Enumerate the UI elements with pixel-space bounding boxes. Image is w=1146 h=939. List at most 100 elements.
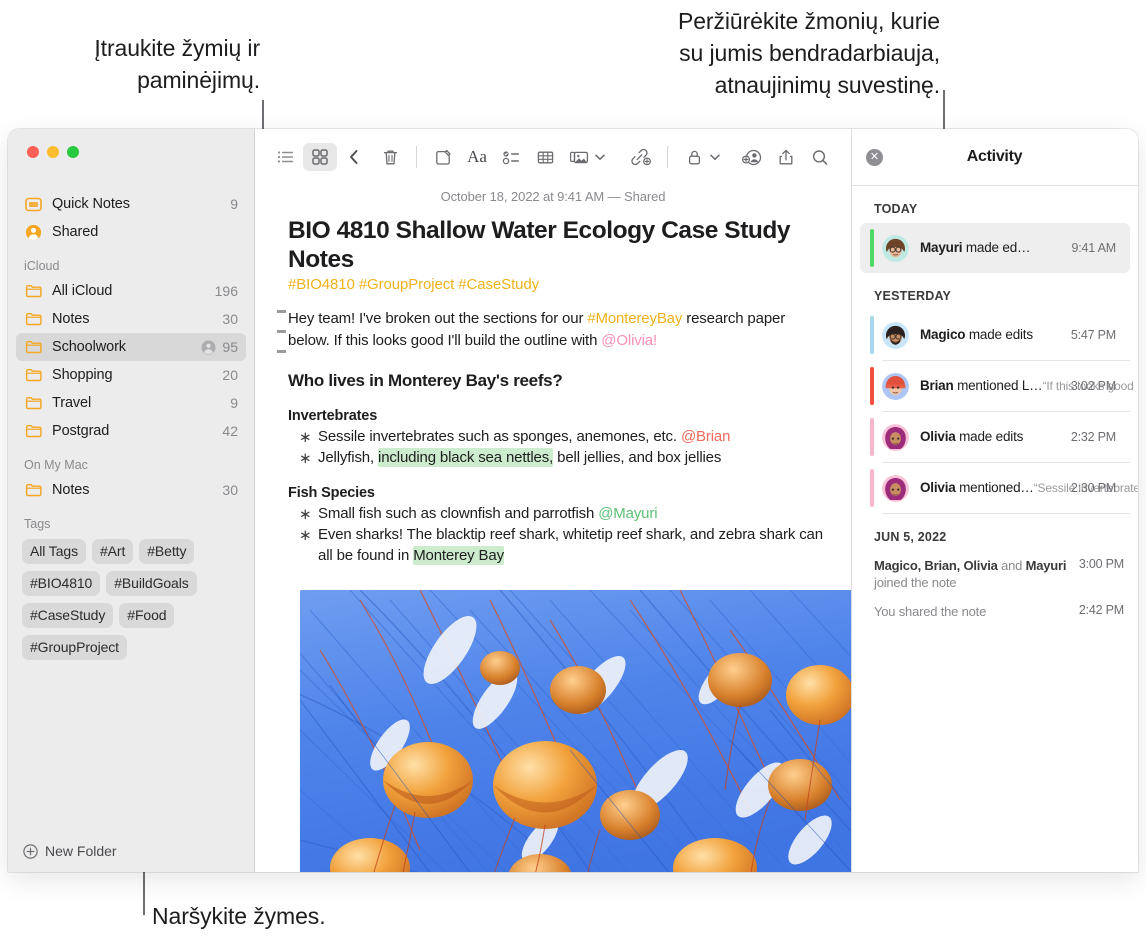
bullet-text-a: Jellyfish,: [318, 449, 379, 466]
activity-text: Olivia made edits: [920, 428, 1063, 446]
activity-row[interactable]: Brian mentioned L…“If this looks good I'…: [860, 361, 1138, 411]
change-bars: [277, 310, 286, 353]
bullet-asterisk: ∗: [299, 429, 312, 446]
activity-color-stripe: [870, 316, 874, 354]
mention-brian[interactable]: @Brian: [681, 428, 731, 445]
avatar: [882, 234, 909, 262]
link-icon[interactable]: [624, 143, 658, 171]
checklist-icon[interactable]: [494, 143, 528, 171]
close-window-button[interactable]: [27, 146, 39, 158]
search-icon[interactable]: [803, 143, 837, 171]
table-icon[interactable]: [528, 143, 562, 171]
note-title[interactable]: BIO 4810 Shallow Water Ecology Case Stud…: [277, 216, 829, 274]
activity-row[interactable]: Magico made edits 5:47 PM: [860, 310, 1130, 360]
lock-icon[interactable]: [677, 143, 711, 171]
activity-main-line: Olivia made edits: [920, 429, 1024, 444]
sidebar-item-travel[interactable]: Travel 9: [16, 389, 246, 417]
sidebar-label: Quick Notes: [52, 196, 130, 212]
note-body[interactable]: Hey team! I've broken out the sections f…: [277, 308, 851, 872]
sidebar-item-schoolwork[interactable]: Schoolwork 95: [16, 333, 246, 361]
activity-time: 2:42 PM: [1078, 603, 1124, 617]
sidebar-label: All iCloud: [52, 283, 113, 299]
activity-list[interactable]: TODAY Mayuri made ed… 9:41 AM YESTERDAY Magi…: [852, 186, 1138, 872]
sidebar-scroll-area[interactable]: Quick Notes 9 Shared iCloud All iCloud 1…: [8, 176, 254, 830]
maximize-window-button[interactable]: [67, 146, 79, 158]
add-people-icon[interactable]: [735, 143, 769, 171]
tag-chip[interactable]: #CaseStudy: [22, 603, 114, 628]
list-item[interactable]: ∗ Sessile invertebrates such as sponges, …: [288, 426, 829, 447]
sidebar-item-notes[interactable]: Notes 30: [16, 305, 246, 333]
activity-time: 5:47 PM: [1070, 328, 1116, 342]
tags-section-title: Tags: [24, 517, 51, 531]
bullet-text-a: Even sharks! The blacktip reef shark, wh…: [318, 526, 823, 564]
note-content-scroll[interactable]: October 18, 2022 at 9:41 AM — Shared BIO…: [255, 185, 851, 872]
note-tags-line[interactable]: #BIO4810 #GroupProject #CaseStudy: [277, 276, 829, 293]
activity-time: 3:00 PM: [1078, 557, 1124, 571]
intro-hashtag[interactable]: #MontereyBay: [587, 310, 682, 327]
tag-chip[interactable]: #BIO4810: [22, 571, 101, 596]
back-chevron-icon[interactable]: [337, 143, 371, 171]
sidebar-count: 9: [230, 395, 238, 411]
activity-group-label: TODAY: [874, 202, 918, 216]
list-view-icon[interactable]: [269, 143, 303, 171]
media-icon[interactable]: [562, 143, 596, 171]
note-toolbar: Aa: [255, 129, 851, 185]
highlight-black-sea-nettles: including black sea nettles,: [378, 448, 554, 467]
activity-plain-text: You shared the note: [874, 604, 987, 619]
tag-chip[interactable]: #GroupProject: [22, 635, 127, 660]
tag-chip[interactable]: #BuildGoals: [106, 571, 197, 596]
activity-main-line: Brian mentioned L…: [920, 378, 1043, 393]
sidebar-section-title: On My Mac: [24, 458, 88, 472]
sidebar-label: Schoolwork: [52, 339, 126, 355]
trash-icon[interactable]: [373, 143, 407, 171]
new-folder-label: New Folder: [45, 843, 117, 859]
folder-icon: [24, 394, 43, 413]
note-intro-paragraph[interactable]: Hey team! I've broken out the sections f…: [288, 308, 829, 351]
avatar: [882, 372, 909, 400]
intro-mention-olivia[interactable]: @Olivia!: [601, 332, 657, 349]
list-item[interactable]: ∗ Small fish such as clownfish and parrot…: [288, 503, 829, 524]
list-item[interactable]: ∗ Even sharks! The blacktip reef shark, w…: [288, 524, 829, 566]
folder-icon: [24, 282, 43, 301]
sidebar-item-postgrad[interactable]: Postgrad 42: [16, 417, 246, 445]
activity-plain-row: You shared the note 2:42 PM: [852, 597, 1138, 626]
activity-time: 2:30 PM: [1070, 481, 1116, 495]
bullet-list-fish: ∗ Small fish such as clownfish and parrot…: [288, 503, 829, 566]
activity-main-line: Magico made edits: [920, 327, 1033, 342]
close-icon[interactable]: ✕: [866, 148, 883, 166]
lock-chevron-down-icon[interactable]: [707, 154, 723, 161]
share-icon[interactable]: [769, 143, 803, 171]
activity-row[interactable]: Olivia mentioned…“Sessile invertebrates……: [860, 463, 1138, 513]
folder-icon: [24, 338, 43, 357]
tag-chip[interactable]: #Betty: [139, 539, 195, 564]
mention-mayuri[interactable]: @Mayuri: [598, 505, 657, 522]
tag-chip[interactable]: #Food: [119, 603, 175, 628]
window-traffic-lights: [8, 129, 254, 176]
tag-chip[interactable]: All Tags: [22, 539, 86, 564]
activity-plain-text: Magico, Brian, Olivia and Mayuri joined …: [874, 558, 1067, 590]
sidebar-item-notes[interactable]: Notes 30: [16, 476, 246, 504]
media-chevron-down-icon[interactable]: [592, 154, 608, 161]
activity-group-label: YESTERDAY: [874, 289, 952, 303]
bullet-text-a: Small fish such as clownfish and parrotf…: [318, 505, 599, 522]
jellyfish-photo[interactable]: [300, 590, 851, 872]
sidebar-item-shopping[interactable]: Shopping 20: [16, 361, 246, 389]
compose-icon[interactable]: [426, 143, 460, 171]
activity-row[interactable]: Olivia made edits 2:32 PM: [860, 412, 1130, 462]
activity-row[interactable]: Mayuri made ed… 9:41 AM: [860, 223, 1130, 273]
sidebar-item-quick-notes[interactable]: Quick Notes 9: [16, 190, 246, 218]
list-item[interactable]: ∗ Jellyfish, including black sea nettles,…: [288, 447, 829, 468]
sidebar-label: Postgrad: [52, 423, 110, 439]
sidebar: Quick Notes 9 Shared iCloud All iCloud 1…: [8, 129, 255, 872]
format-aa-icon[interactable]: Aa: [460, 143, 494, 171]
gallery-view-icon[interactable]: [303, 143, 337, 171]
sidebar-item-shared[interactable]: Shared: [16, 218, 246, 246]
tag-chip[interactable]: #Art: [91, 539, 134, 564]
sidebar-label: Shopping: [52, 367, 113, 383]
new-folder-button[interactable]: New Folder: [8, 830, 254, 872]
plus-circle-icon: [23, 843, 38, 859]
activity-time: 3:02 PM: [1070, 379, 1116, 393]
activity-panel: ✕ Activity TODAY Mayuri made ed… 9:41 AM YE…: [851, 129, 1138, 872]
minimize-window-button[interactable]: [47, 146, 59, 158]
sidebar-item-all-icloud[interactable]: All iCloud 196: [16, 277, 246, 305]
